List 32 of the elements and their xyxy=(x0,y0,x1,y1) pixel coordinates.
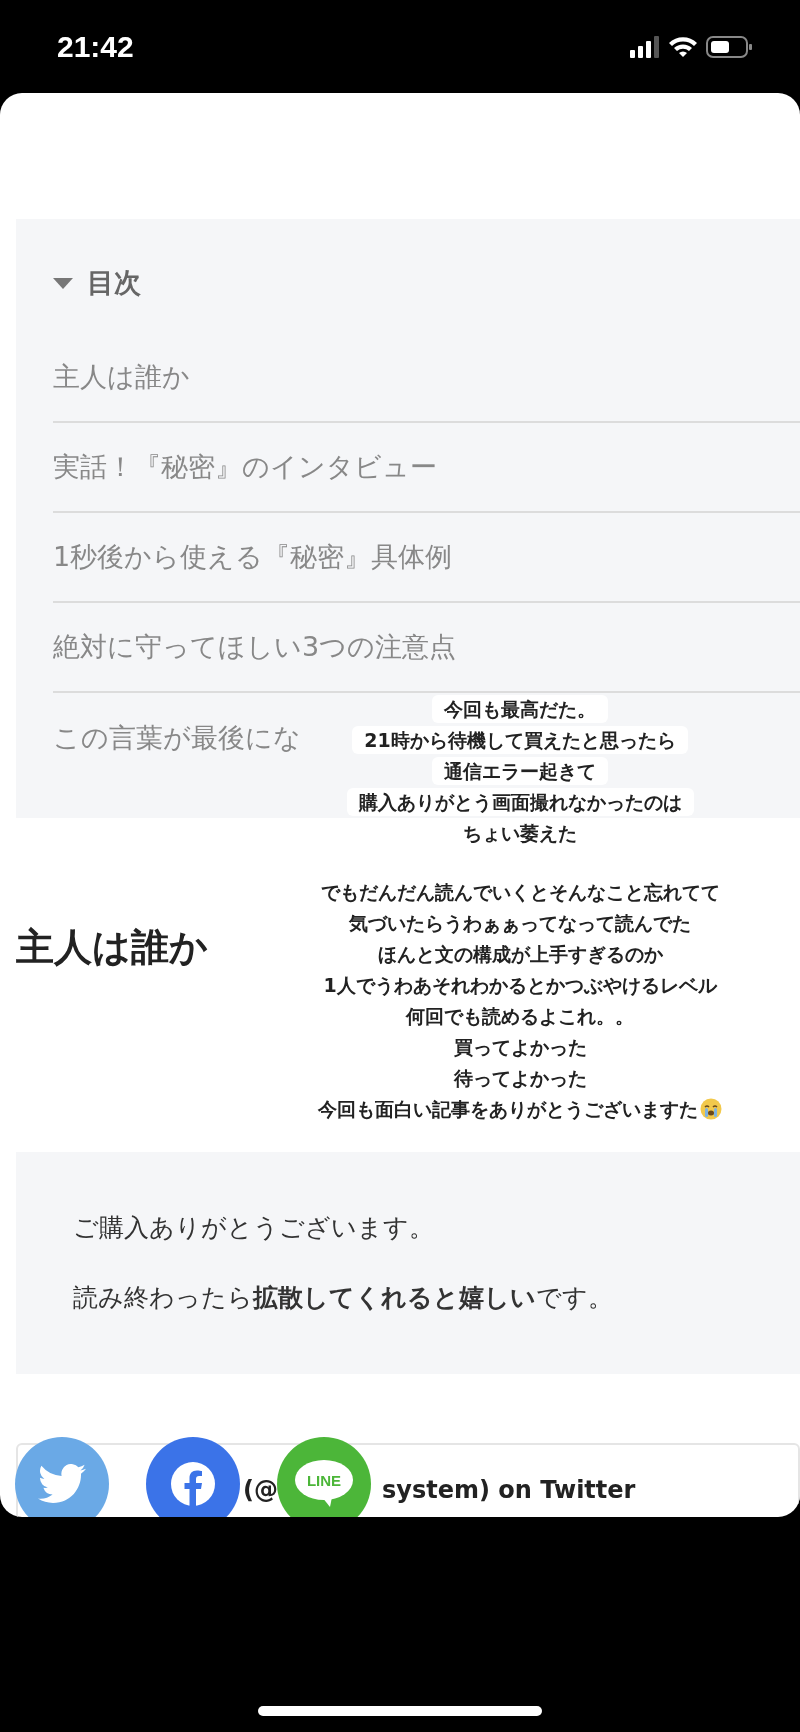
thanks-text: ご購入ありがとうございます。 xyxy=(73,1212,435,1244)
toc-link[interactable]: この言葉が最後にな xyxy=(53,720,301,756)
section-heading: 主人は誰か xyxy=(16,924,208,971)
card-title-fragment: (@ xyxy=(243,1475,278,1505)
caption-text: 21時から待機して買えたと思ったら xyxy=(352,725,688,754)
caption-text: 購入ありがとう画面撮れなかったのは xyxy=(346,787,694,816)
wifi-icon xyxy=(668,35,698,58)
caption-text: 買ってよかった xyxy=(453,1034,587,1060)
caption-text: 何回でも読めるよこれ。。 xyxy=(406,1003,634,1029)
facebook-f-icon xyxy=(170,1461,216,1507)
card-title-fragment: system) on Twitter xyxy=(382,1475,636,1505)
caption-text: ほんと文の構成が上手すぎるのか xyxy=(377,941,663,967)
battery-icon xyxy=(706,35,752,58)
signal-icon xyxy=(630,35,660,58)
caption-text: 気づいたらうわぁぁってなって読んでた xyxy=(349,910,691,936)
caption-text: 待ってよかった xyxy=(453,1065,587,1091)
status-time: 21:42 xyxy=(57,29,134,64)
toc-link[interactable]: 絶対に守ってほしい3つの注意点 xyxy=(53,629,457,665)
toc-link[interactable]: 実話！『秘密』のインタビュー xyxy=(53,449,437,485)
toc-link[interactable]: 1秒後から使える『秘密』具体例 xyxy=(53,539,453,575)
toc-title: 目次 xyxy=(87,266,141,300)
caption-text: 今回も面白い記事をありがとうございますた xyxy=(318,1096,698,1122)
bird-icon xyxy=(38,1464,86,1504)
caption-text: 通信エラー起きて xyxy=(432,756,608,785)
toggle-triangle-icon[interactable] xyxy=(53,276,73,290)
thanks-text: 読み終わったら拡散してくれると嬉しいです。 xyxy=(73,1282,614,1314)
caption-text: でもだんだん読んでいくとそんなこと忘れてて xyxy=(320,879,720,905)
caption-text: 今回も最高だた。 xyxy=(432,694,608,723)
line-share-button[interactable]: LINE xyxy=(277,1437,371,1517)
caption-text: 1人でうわあそれわかるとかつぶやけるレベル xyxy=(323,972,717,998)
toc-link[interactable]: 主人は誰か xyxy=(53,359,190,395)
crying-emoji-icon xyxy=(700,1097,722,1120)
